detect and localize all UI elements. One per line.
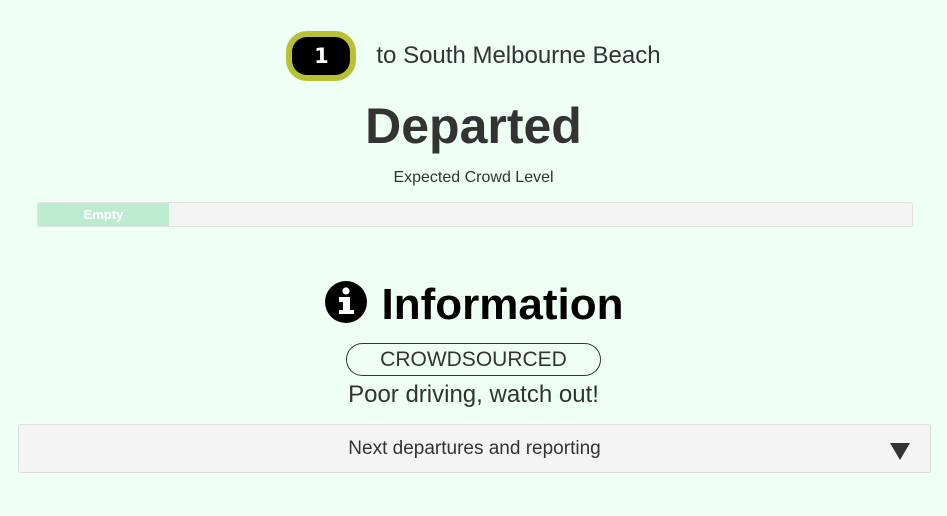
information-title: Information: [381, 280, 624, 329]
crowd-level-fill: Empty: [38, 203, 170, 226]
crowd-level-bar: Empty: [37, 202, 913, 227]
information-message: Poor driving, watch out!: [348, 381, 599, 408]
next-departures-accordion[interactable]: Next departures and reporting: [18, 424, 931, 473]
route-header: 1 to South Melbourne Beach: [0, 31, 947, 81]
crowdsourced-badge: CROWDSOURCED: [346, 343, 601, 376]
route-destination: to South Melbourne Beach: [376, 42, 661, 69]
crowd-level-label: Expected Crowd Level: [393, 169, 554, 186]
route-number-badge: 1: [286, 31, 357, 81]
accordion-label: Next departures and reporting: [348, 437, 601, 459]
departure-status: Departed: [365, 98, 582, 154]
info-circle-icon: [324, 281, 367, 323]
information-heading: Information: [0, 277, 947, 333]
triangle-down-icon[interactable]: [890, 443, 910, 460]
